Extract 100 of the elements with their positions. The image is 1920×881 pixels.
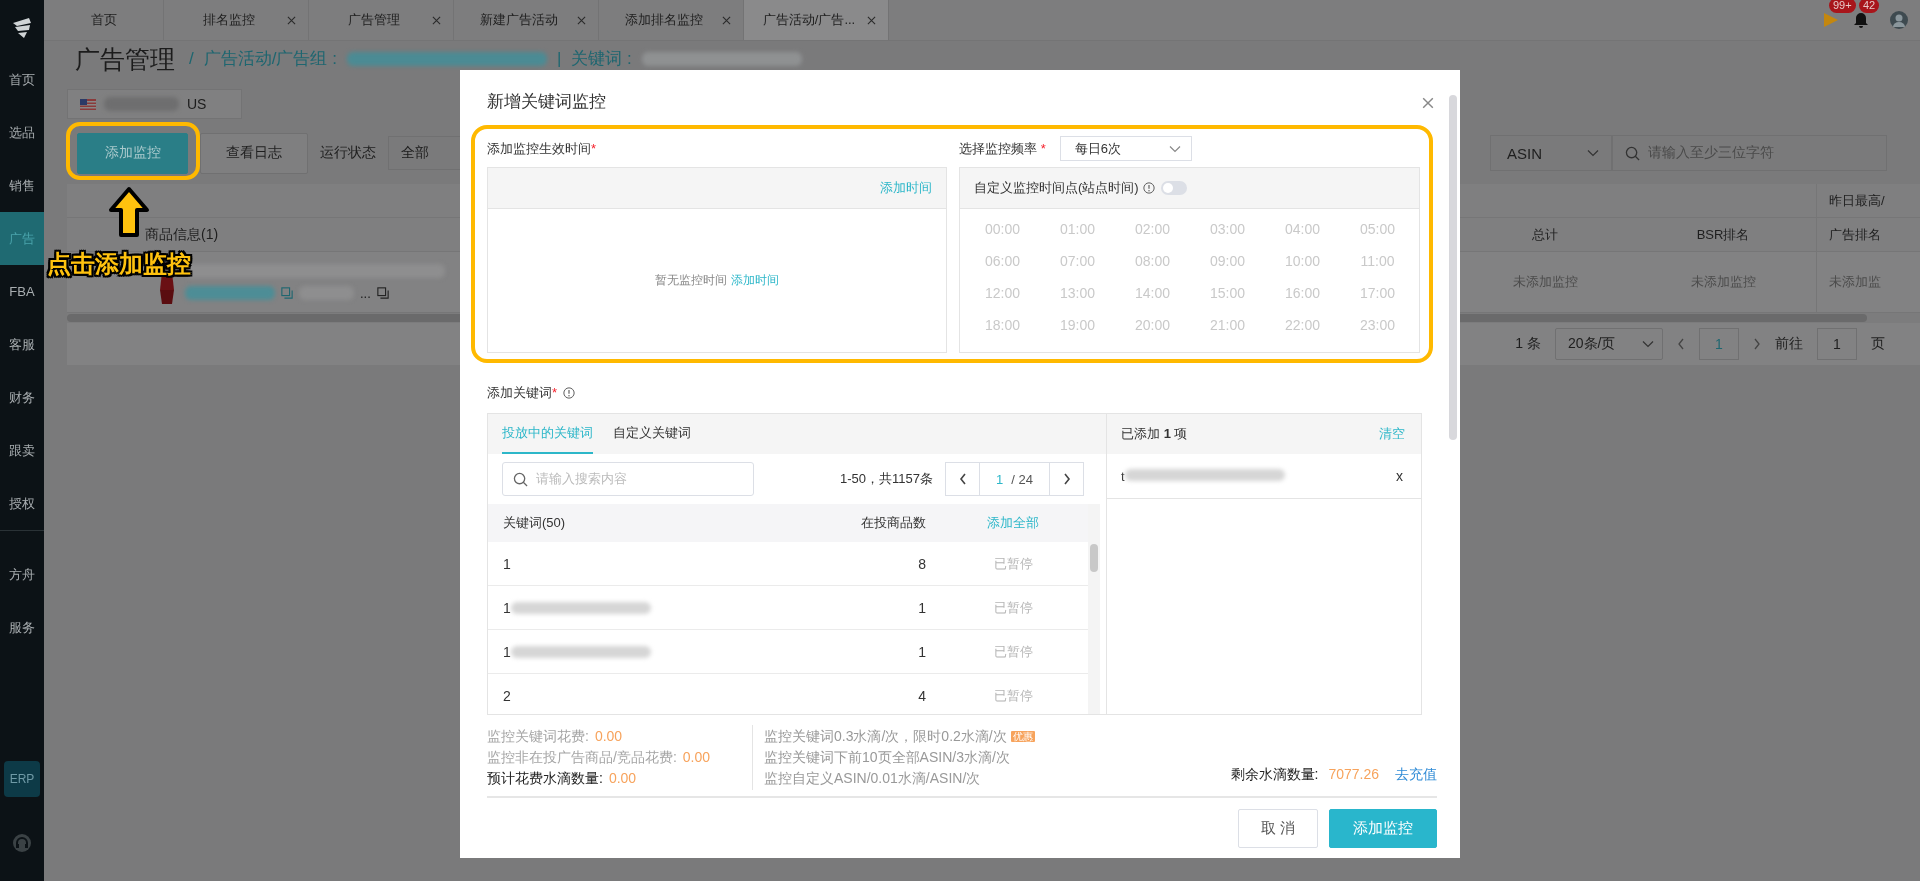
close-icon[interactable] [1422,97,1434,109]
caret-icon [1168,144,1181,153]
table-cell-text: 4 [917,687,927,704]
next-icon[interactable] [1062,473,1071,485]
column-header: 关键词(50) [502,514,567,532]
table-cell: 1 [488,643,838,660]
erp-button[interactable]: ERP [4,761,40,797]
previous-icon[interactable] [958,473,967,485]
annotation-label: 点击添加监控 [47,249,191,279]
headset-icon[interactable] [12,833,32,853]
ellipsis-text: ... [360,285,371,301]
search-type-select[interactable]: ASIN [1490,135,1612,171]
column-header: 昨日最高/ [1816,184,1920,217]
nav-item[interactable]: 财务 [0,371,44,424]
close-icon[interactable] [432,15,441,25]
scrollbar[interactable] [1449,95,1457,440]
cost-value: 0.00 [682,749,711,765]
caret-icon [1587,149,1599,157]
close-icon[interactable] [867,15,876,25]
column-header: 总计 [1531,225,1559,244]
selected-count: 已添加 1 项 [1121,425,1188,443]
table-cell-text: 8 [917,555,927,572]
nav-item[interactable]: 服务 [0,601,44,654]
dialog-title: 新增关键词监控 [487,90,606,113]
breadcrumb-separator: / [189,50,194,68]
status-text: 已暂停 [993,599,1033,615]
caret-icon [1642,340,1654,348]
column-header: 在投商品数 [860,514,927,532]
flag-icon[interactable] [1822,11,1840,29]
cost-label: 监控非在投广告商品/竞品花费: [487,749,677,765]
notification-badge: 99+ [1829,0,1856,13]
clear-link[interactable]: 清空 [1379,425,1405,443]
page-size-select[interactable]: 20条/页 [1555,328,1663,360]
keyword-tab[interactable]: 自定义关键词 [613,414,691,454]
add-monitor-button[interactable]: 添加监控 [1329,808,1437,848]
promo-badge: 优惠 [1010,731,1035,742]
scrollbar[interactable] [1090,544,1098,572]
table-cell-text: 2 [502,687,512,704]
notification-badge: 42 [1859,0,1880,13]
copy-icon[interactable] [376,287,389,299]
page-number[interactable]: 1 [996,471,1004,487]
total-count: 1 条 [1515,335,1541,353]
bell-icon[interactable] [1852,11,1870,29]
cost-value: 0.00 [608,770,637,786]
page-tab[interactable]: 新建广告活动 [454,0,599,40]
page-tab[interactable]: 广告管理 [309,0,454,40]
add-monitor-button[interactable]: 添加监控 [77,132,188,174]
goto-label: 前往 [1775,335,1803,353]
remove-button[interactable]: x [1396,468,1403,484]
status-text: 已暂停 [993,555,1033,571]
marketplace-selector[interactable]: US [67,89,242,119]
cancel-button[interactable]: 取 消 [1238,808,1318,848]
nav-item[interactable]: 方舟 [0,548,44,601]
page-tab[interactable]: 广告活动/广告... [744,0,889,40]
page-tab[interactable]: 首页 [44,0,164,40]
status-text: 已暂停 [993,687,1033,703]
column-header: 广告排名 [1816,218,1920,251]
selected-keyword: t [1121,468,1285,484]
table-cell: 1 [488,599,838,616]
page-number[interactable]: 1 [1699,328,1739,360]
nav-item[interactable]: 选品 [0,106,44,159]
close-icon[interactable] [577,15,586,25]
toggle-label: 自定义监控时间点(站点时间) [974,179,1139,197]
page-tab[interactable]: 排名监控 [164,0,309,40]
add-time-link[interactable]: 添加时间 [880,179,932,197]
breadcrumb-separator: | [556,50,562,68]
search-field[interactable]: 请输入搜索内容 [502,462,754,496]
rate-text: 监控关键词下前10页全部ASIN/3水滴/次 [764,748,1010,767]
avatar-icon[interactable] [1890,11,1908,29]
cost-label: 监控关键词花费: [487,728,589,744]
breadcrumb-link[interactable]: 关键词 : [571,50,632,68]
add-all-link[interactable]: 添加全部 [987,515,1039,530]
column-header: BSR排名 [1695,225,1751,244]
page-total: / 24 [1011,471,1033,487]
close-icon[interactable] [722,15,731,25]
nav-item[interactable]: FBA [0,265,44,318]
balance-value: 7077.26 [1328,766,1379,782]
nav-item[interactable]: 客服 [0,318,44,371]
view-log-button[interactable]: 查看日志 [200,132,308,174]
nav-item[interactable]: 销售 [0,159,44,212]
breadcrumb-link[interactable]: 广告活动/广告组 : [203,50,337,68]
recharge-link[interactable]: 去充值 [1395,766,1437,784]
column-header: 商品信息(1) [144,224,219,244]
page-suffix: 页 [1871,335,1885,353]
table-cell-text: 1 [917,643,927,660]
goto-field[interactable]: 1 [1817,328,1857,360]
add-time-link[interactable]: 添加时间 [731,272,779,289]
cost-value: 0.00 [594,728,623,744]
nav-item[interactable]: 首页 [0,53,44,106]
info-icon [1142,182,1155,194]
nav-item[interactable]: 授权 [0,477,44,530]
nav-item[interactable]: 跟卖 [0,424,44,477]
range-text: 1-50，共1157条 [840,470,933,488]
close-icon[interactable] [287,15,296,25]
search-icon [513,471,528,487]
keyword-tab[interactable]: 投放中的关键词 [502,414,593,454]
frequency-select[interactable]: 每日6次 [1059,136,1192,161]
toggle-switch[interactable] [1160,181,1187,195]
table-cell-text: 1 [917,599,927,616]
field-label: 添加关键词* [487,383,558,402]
